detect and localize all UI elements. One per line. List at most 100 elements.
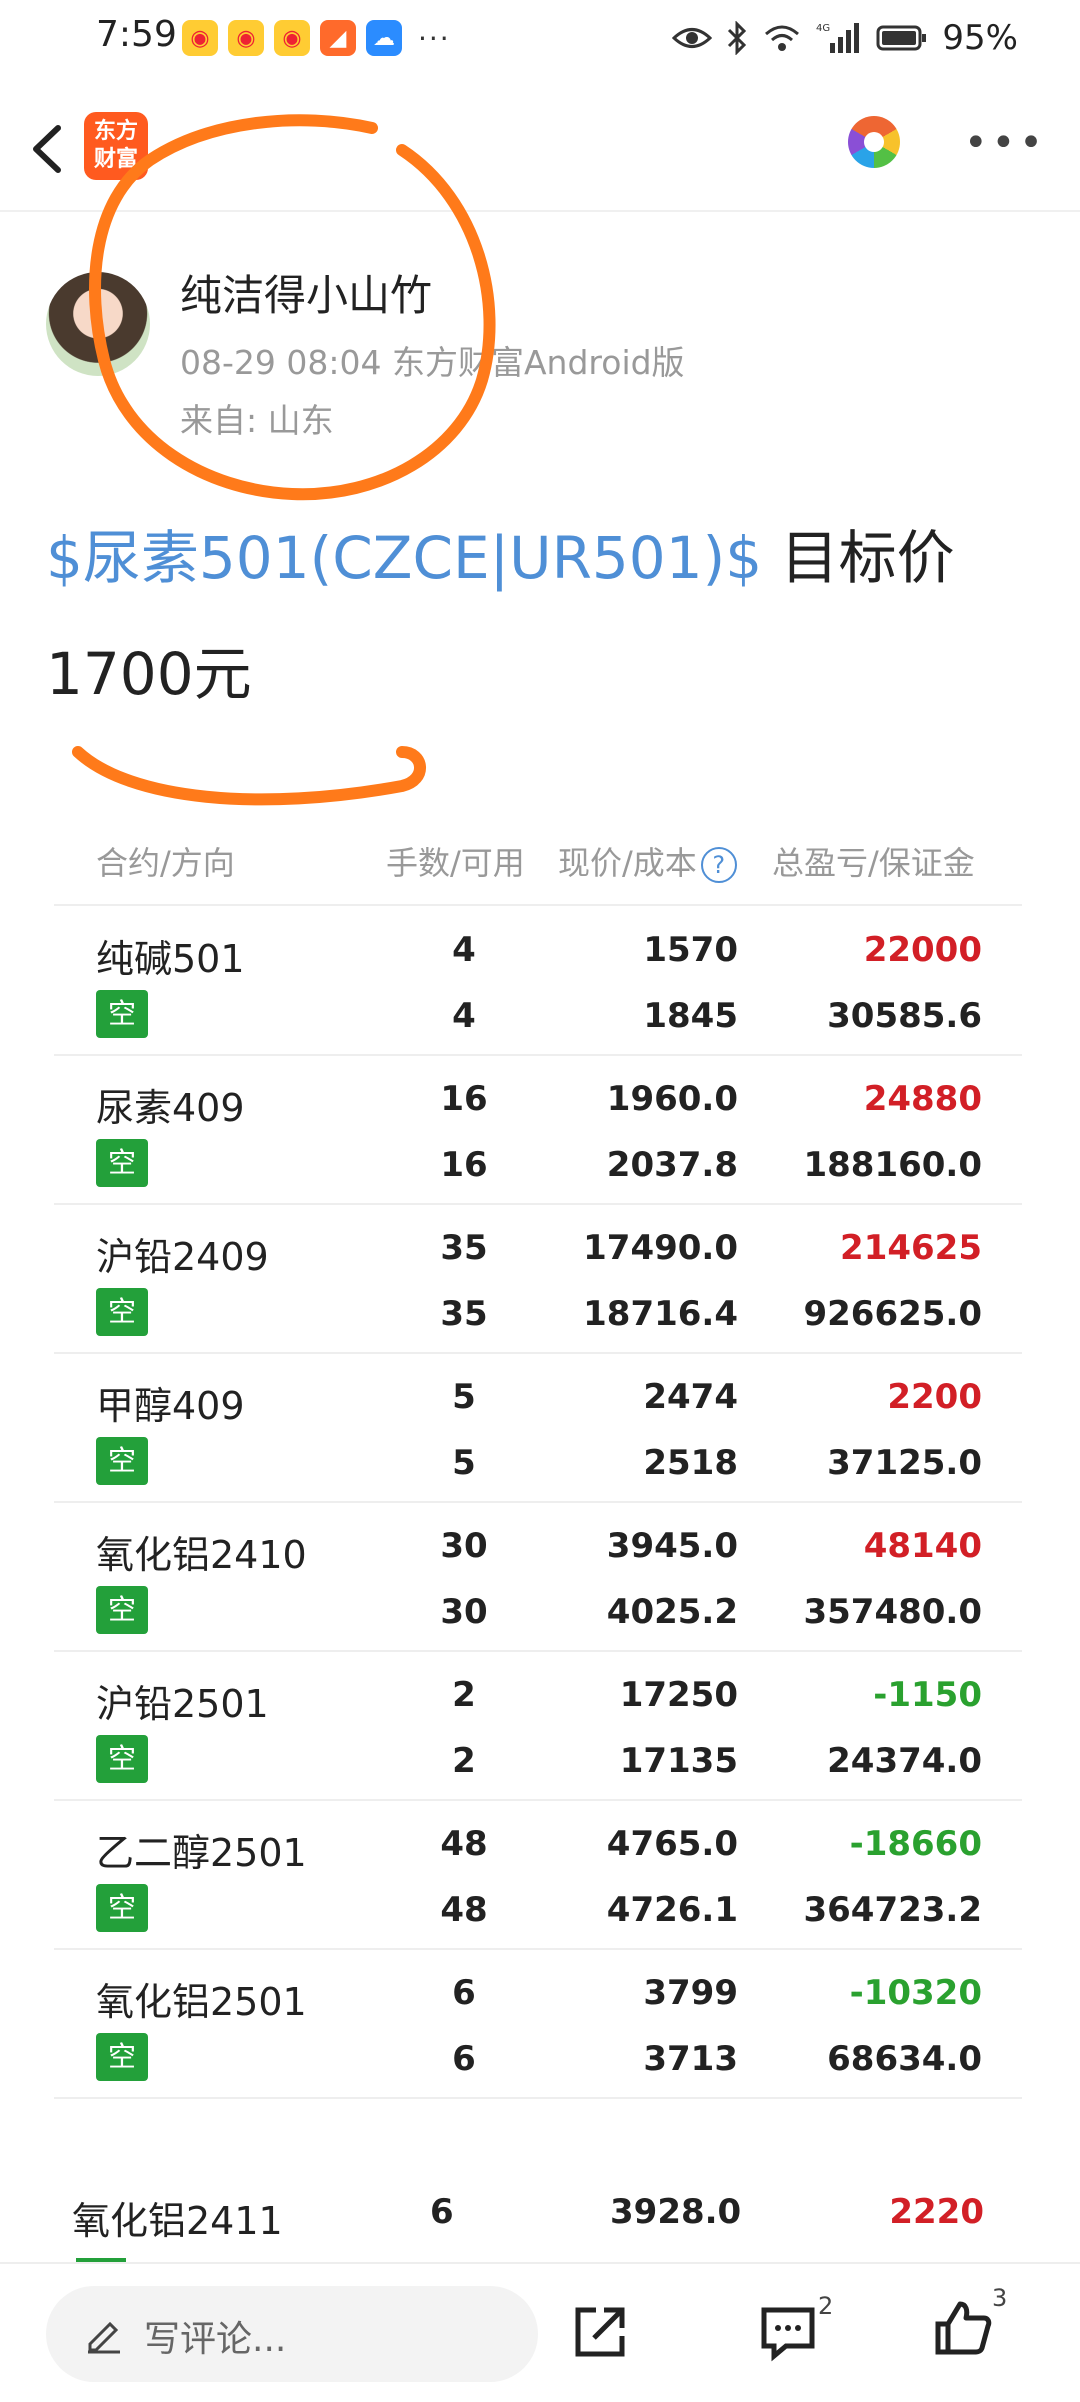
header-qty: 手数/可用 (386, 844, 525, 882)
eye-icon (672, 28, 713, 48)
qty-value: 6 (452, 1973, 476, 2013)
thumbs-up-icon (935, 2301, 992, 2355)
available-value: 5 (452, 1443, 476, 1483)
price-value: 4765.0 (606, 1824, 738, 1864)
status-time: 7:59 (96, 14, 177, 55)
bluetooth-icon (728, 21, 747, 55)
more-options-icon[interactable]: ••• (964, 120, 1047, 166)
pl-value: 48140 (863, 1526, 982, 1566)
contract-name: 氧化铝2501 (96, 1980, 307, 2024)
available-value: 4 (452, 996, 476, 1036)
qty-value: 5 (452, 1377, 476, 1417)
signal-icon: 4G (816, 23, 860, 53)
margin-value: 364723.2 (803, 1890, 982, 1930)
weibo-icon: ◉ (274, 20, 310, 56)
cost-value: 1845 (643, 996, 738, 1036)
app-header: 东方 财富 ••• (0, 92, 1080, 212)
help-icon[interactable]: ? (700, 847, 737, 883)
color-wheel-icon[interactable] (848, 116, 900, 168)
logo-line-2: 财富 (93, 147, 138, 172)
table-row-partial[interactable]: 氧化铝2411 6 3928.0 2220 (72, 2190, 1012, 2270)
available-value: 6 (452, 2039, 476, 2079)
battery-percent: 95% (942, 18, 1018, 58)
notification-icons: ◉ ◉ ◉ ◢ ☁ ··· (182, 18, 451, 58)
post-location: 来自: 山东 (180, 401, 334, 440)
pl-value: 214625 (840, 1228, 982, 1268)
status-bar: 7:59 ◉ ◉ ◉ ◢ ☁ ··· 4G 95% (0, 0, 1080, 80)
wifi-icon (765, 25, 800, 51)
battery-icon (876, 25, 927, 51)
margin-value: 68634.0 (827, 2039, 982, 2079)
comment-count: 2 (818, 2292, 834, 2320)
contract-name: 沪铅2409 (96, 1235, 269, 1279)
like-button[interactable]: 3 (930, 2284, 1010, 2366)
weather-app-icon: ☁ (366, 20, 402, 56)
table-row[interactable]: 尿素409 空 16 16 1960.0 2037.8 24880 188160.0 (54, 1055, 1022, 1205)
table-row[interactable]: 甲醇409 空 5 5 2474 2518 2200 37125.0 (54, 1353, 1022, 1503)
network-type: 4G (816, 23, 830, 34)
margin-value: 926625.0 (803, 1294, 982, 1334)
table-row[interactable]: 沪铅2501 空 2 2 17250 17135 -1150 24374.0 (54, 1651, 1022, 1801)
header-pl: 总盈亏/保证金 (772, 844, 975, 882)
alert-app-icon: ◢ (320, 20, 356, 56)
price-value: 17250 (619, 1675, 738, 1715)
comment-input[interactable]: 写评论... (46, 2286, 538, 2382)
direction-badge: 空 (96, 1139, 148, 1187)
pl-value: 24880 (863, 1079, 982, 1119)
contract-name: 纯碱501 (96, 937, 245, 981)
table-row[interactable]: 乙二醇2501 空 48 48 4765.0 4726.1 -18660 364723.2 (54, 1800, 1022, 1950)
cost-value: 2037.8 (606, 1145, 738, 1185)
available-value: 35 (440, 1294, 488, 1334)
margin-value: 30585.6 (827, 996, 982, 1036)
positions-table-header: 合约/方向 手数/可用 现价/成本? 总盈亏/保证金 (96, 838, 996, 898)
share-icon[interactable] (568, 2300, 632, 2364)
margin-value: 357480.0 (803, 1592, 982, 1632)
available-value: 16 (440, 1145, 488, 1185)
header-contract: 合约/方向 (96, 844, 235, 882)
price-value: 17490.0 (583, 1228, 738, 1268)
post-text: $尿素501(CZCE|UR501)$ 目标价1700元 (46, 500, 1036, 732)
qty-value: 2 (452, 1675, 476, 1715)
contract-name: 乙二醇2501 (96, 1831, 307, 1875)
direction-badge: 空 (96, 1288, 148, 1336)
qty-value: 35 (440, 1228, 488, 1268)
bottom-action-bar: 写评论... 2 3 (0, 2262, 1080, 2402)
comment-icon (761, 2307, 815, 2362)
table-row[interactable]: 纯碱501 空 4 4 1570 1845 22000 30585.6 (54, 906, 1022, 1056)
stock-link[interactable]: $尿素501(CZCE|UR501)$ (46, 524, 762, 592)
direction-badge: 空 (96, 2033, 148, 2081)
contract-name: 甲醇409 (96, 1384, 245, 1428)
cost-value: 18716.4 (583, 1294, 738, 1334)
back-icon[interactable] (20, 114, 80, 184)
comments-button[interactable]: 2 (756, 2292, 836, 2370)
margin-value: 188160.0 (803, 1145, 982, 1185)
more-notifications-icon: ··· (418, 21, 451, 55)
pencil-icon (88, 2321, 120, 2354)
table-row[interactable]: 沪铅2409 空 35 35 17490.0 18716.4 214625 926625.0 (54, 1204, 1022, 1354)
table-row[interactable]: 氧化铝2410 空 30 30 3945.0 4025.2 48140 357480.0 (54, 1502, 1022, 1652)
cost-value: 3713 (643, 2039, 738, 2079)
available-value: 30 (440, 1592, 488, 1632)
annotation-underline (72, 746, 426, 806)
cost-value: 2518 (643, 1443, 738, 1483)
pl-value: -1150 (873, 1675, 982, 1715)
price-value: 1960.0 (606, 1079, 738, 1119)
contract-name: 氧化铝2410 (96, 1533, 307, 1577)
pl-value: 2200 (887, 1377, 982, 1417)
price-value: 2474 (643, 1377, 738, 1417)
qty-value: 6 (430, 2192, 454, 2232)
qty-value: 16 (440, 1079, 488, 1119)
direction-badge: 空 (96, 1437, 148, 1485)
direction-badge: 空 (96, 990, 148, 1038)
available-value: 2 (452, 1741, 476, 1781)
direction-badge: 空 (96, 1586, 148, 1634)
header-price-label: 现价/成本 (558, 844, 697, 882)
weibo-icon: ◉ (228, 20, 264, 56)
direction-badge: 空 (96, 1884, 148, 1932)
cost-value: 17135 (619, 1741, 738, 1781)
eastmoney-logo[interactable]: 东方 财富 (84, 112, 148, 180)
table-row[interactable]: 氧化铝2501 空 6 6 3799 3713 -10320 68634.0 (54, 1949, 1022, 2099)
author-name[interactable]: 纯洁得小山竹 (180, 262, 432, 323)
pl-value: 2220 (889, 2192, 984, 2232)
avatar[interactable] (46, 272, 150, 376)
